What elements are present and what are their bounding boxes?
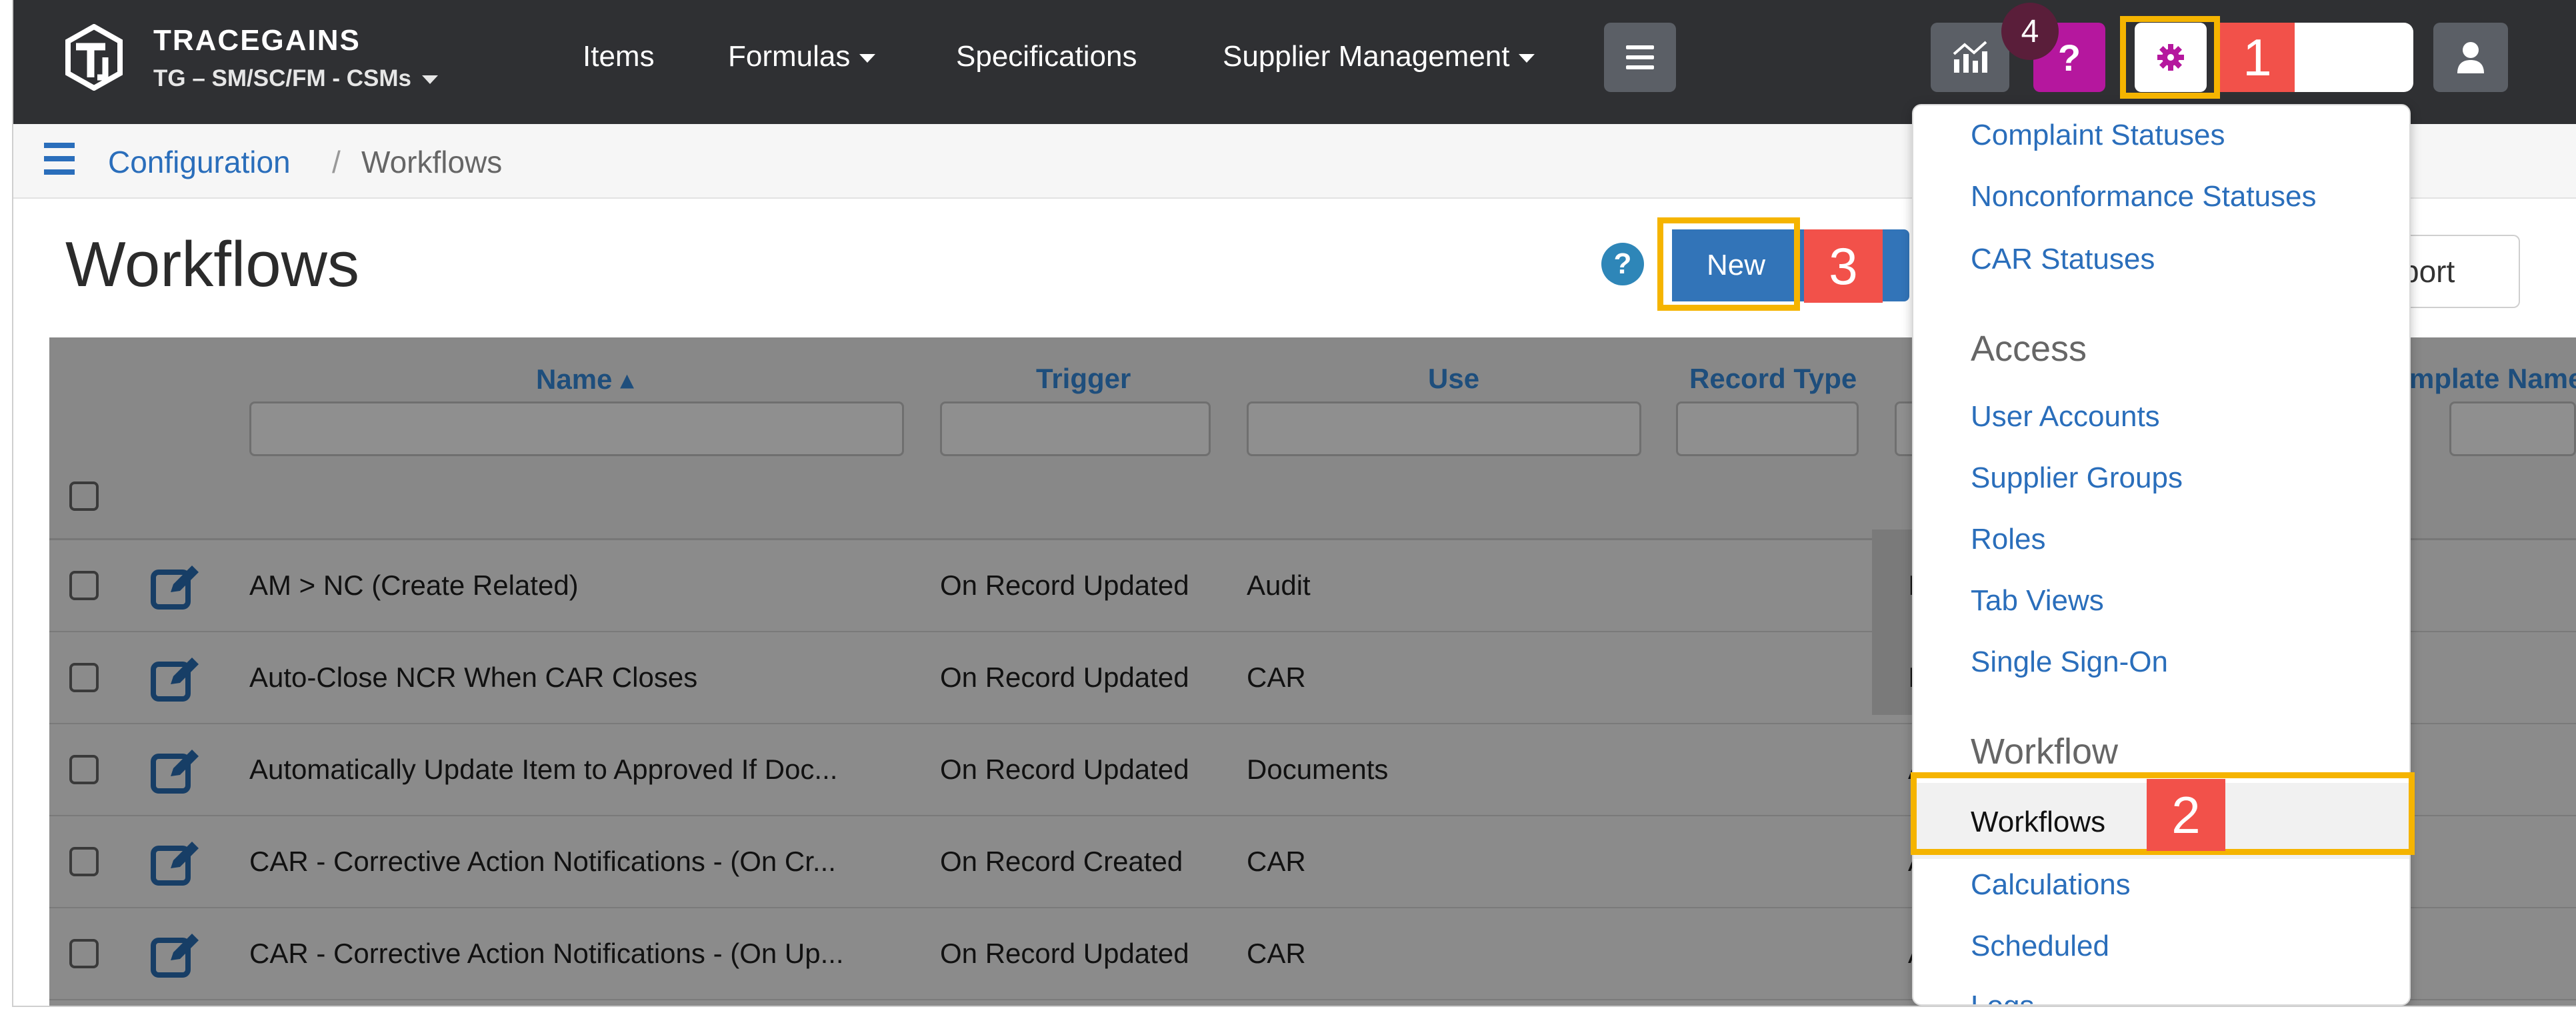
edit-icon[interactable] (151, 747, 201, 794)
filter-record-type-input[interactable] (1676, 401, 1859, 456)
menu-section-access: Access (1971, 329, 2087, 369)
app-window: TRACEGAINS TG – SM/SC/FM - CSMs Items Fo… (13, 0, 2576, 1006)
nav-specifications-label: Specifications (956, 40, 1137, 73)
filter-name-input[interactable] (249, 401, 904, 456)
menu-item-nonconformance-statuses[interactable]: Nonconformance Statuses (1971, 180, 2317, 213)
row-use: Audit (1247, 570, 1311, 601)
row-use: CAR (1247, 662, 1306, 693)
menu-item-car-statuses[interactable]: CAR Statuses (1971, 243, 2155, 276)
caret-down-icon (421, 75, 438, 85)
row-use: CAR (1247, 846, 1306, 877)
breadcrumb-configuration-link[interactable]: Configuration (108, 144, 291, 180)
row-checkbox[interactable] (69, 571, 99, 600)
menu-item-calculations[interactable]: Calculations (1971, 868, 2131, 902)
row-use: Documents (1247, 754, 1389, 785)
step-marker-3: 3 (1804, 229, 1883, 303)
edit-icon[interactable] (151, 563, 201, 610)
caret-down-icon (1519, 53, 1535, 63)
edit-icon[interactable] (151, 839, 201, 886)
filter-template-name-input[interactable] (2449, 401, 2576, 456)
menu-item-scheduled[interactable]: Scheduled (1971, 930, 2109, 963)
row-trigger: On Record Updated (940, 662, 1189, 693)
menu-item-complaint-statuses[interactable]: Complaint Statuses (1971, 119, 2225, 152)
menu-item-tab-views[interactable]: Tab Views (1971, 584, 2104, 618)
filter-trigger-input[interactable] (940, 401, 1211, 456)
menu-item-user-accounts[interactable]: User Accounts (1971, 400, 2160, 433)
row-checkbox[interactable] (69, 755, 99, 784)
column-header-use[interactable]: Use (1428, 363, 1479, 395)
hamburger-icon (1626, 45, 1654, 69)
menu-item-roles[interactable]: Roles (1971, 523, 2046, 556)
row-use: CAR (1247, 938, 1306, 969)
nav-items[interactable]: Items (583, 40, 655, 73)
user-profile-button[interactable] (2433, 23, 2508, 92)
row-trigger: On Record Created (940, 846, 1183, 877)
tracegains-logo-icon[interactable] (64, 24, 124, 91)
filter-use-input[interactable] (1247, 401, 1641, 456)
step-marker-2: 2 (2147, 779, 2225, 851)
question-icon: ? (2057, 36, 2081, 79)
menu-item-single-sign-on[interactable]: Single Sign-On (1971, 646, 2168, 679)
more-menu-button[interactable] (1604, 23, 1676, 92)
column-header-trigger[interactable]: Trigger (1036, 363, 1131, 395)
breadcrumb-current: Workflows (361, 145, 503, 179)
row-checkbox[interactable] (69, 663, 99, 692)
row-trigger: On Record Updated (940, 938, 1189, 969)
select-all-checkbox[interactable] (69, 481, 99, 511)
nav-supplier-management-label: Supplier Management (1223, 40, 1510, 73)
page-title: Workflows (65, 229, 359, 300)
org-name-label: TG – SM/SC/FM - CSMs (153, 65, 411, 91)
menu-section-workflow: Workflow (1971, 732, 2119, 772)
nav-formulas-label: Formulas (728, 40, 851, 73)
row-trigger: On Record Updated (940, 570, 1189, 601)
sidebar-toggle-icon[interactable] (44, 141, 75, 176)
edit-icon[interactable] (151, 655, 201, 702)
step-marker-1: 1 (2220, 23, 2295, 92)
row-name[interactable]: AM > NC (Create Related) (249, 570, 579, 602)
column-header-name[interactable]: Name ▴ (536, 363, 634, 395)
menu-item-supplier-groups[interactable]: Supplier Groups (1971, 461, 2183, 495)
column-header-record-type[interactable]: Record Type (1689, 363, 1857, 395)
nav-items-label: Items (583, 40, 655, 73)
row-name[interactable]: Auto-Close NCR When CAR Closes (249, 662, 697, 694)
nav-supplier-management[interactable]: Supplier Management (1223, 40, 1535, 73)
edit-icon[interactable] (151, 931, 201, 978)
brand-name: TRACEGAINS (153, 24, 361, 57)
help-circle-icon[interactable]: ? (1601, 243, 1644, 285)
analytics-icon (1953, 41, 1987, 73)
row-checkbox[interactable] (69, 847, 99, 876)
org-selector[interactable]: TG – SM/SC/FM - CSMs (153, 65, 438, 92)
nav-formulas[interactable]: Formulas (728, 40, 876, 73)
row-trigger: On Record Updated (940, 754, 1189, 785)
column-header-template-name[interactable]: mplate Name (2409, 363, 2576, 395)
row-name[interactable]: Automatically Update Item to Approved If… (249, 754, 837, 786)
analytics-button[interactable] (1931, 23, 2009, 92)
settings-dropdown-menu: Complaint Statuses Nonconformance Status… (1912, 104, 2411, 1006)
nav-specifications[interactable]: Specifications (956, 40, 1137, 73)
row-checkbox[interactable] (69, 939, 99, 968)
highlight-new-button (1657, 217, 1800, 311)
breadcrumb-separator: / (332, 145, 341, 179)
row-name[interactable]: CAR - Corrective Action Notifications - … (249, 938, 844, 970)
user-icon (2457, 42, 2484, 73)
highlight-settings-button (2120, 16, 2220, 99)
row-name[interactable]: CAR - Corrective Action Notifications - … (249, 846, 836, 878)
menu-item-logs[interactable]: Logs (1971, 990, 2034, 1004)
caret-down-icon (859, 53, 876, 63)
step-marker-4: 4 (2001, 3, 2059, 60)
